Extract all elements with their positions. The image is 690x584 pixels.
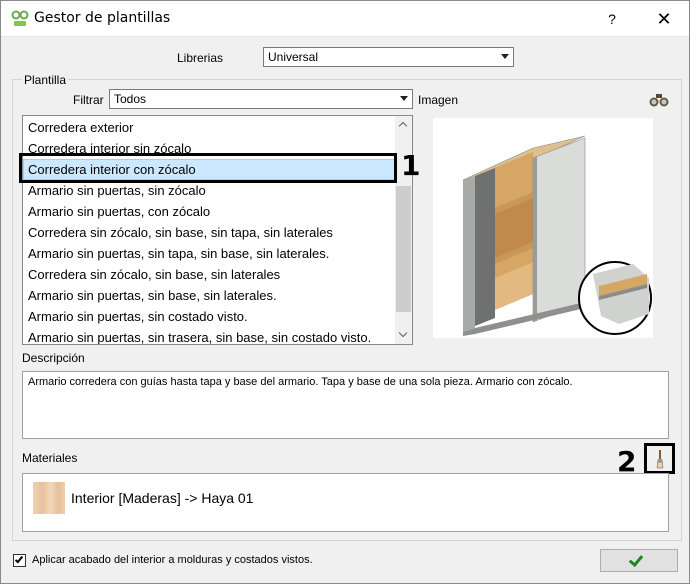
- paintbrush-icon: [656, 450, 664, 469]
- libraries-selected: Universal: [268, 50, 319, 64]
- template-list[interactable]: Corredera exterior Corredera interior si…: [22, 115, 413, 345]
- callout-number-1: 1: [401, 149, 421, 182]
- image-label: Imagen: [418, 93, 459, 107]
- edit-material-button[interactable]: [644, 443, 675, 474]
- template-preview-image: [433, 118, 653, 338]
- list-item[interactable]: Corredera sin zócalo, sin base, sin tapa…: [23, 222, 395, 243]
- chevron-up-icon: [398, 121, 408, 131]
- close-button[interactable]: ✕: [647, 5, 681, 33]
- libraries-label: Librerias: [177, 51, 224, 65]
- material-swatch: [33, 482, 65, 514]
- list-item[interactable]: Armario sin puertas, sin tapa, sin base,…: [23, 243, 395, 264]
- title-bar: Gestor de plantillas ? ✕: [1, 1, 689, 37]
- chevron-down-icon: [501, 54, 509, 59]
- materials-list[interactable]: Interior [Maderas] -> Haya 01: [22, 473, 669, 532]
- list-item[interactable]: Armario sin puertas, sin zócalo: [23, 180, 395, 201]
- template-manager-window: Gestor de plantillas ? ✕ Librerias Unive…: [0, 0, 690, 584]
- list-item[interactable]: Armario sin puertas, sin trasera, sin ba…: [23, 327, 395, 344]
- list-item[interactable]: Armario sin puertas, con zócalo: [23, 201, 395, 222]
- chevron-down-icon: [400, 96, 408, 101]
- list-item[interactable]: Corredera exterior: [23, 117, 395, 138]
- list-item[interactable]: Corredera sin zócalo, sin base, sin late…: [23, 264, 395, 285]
- list-item[interactable]: Armario sin puertas, sin costado visto.: [23, 306, 395, 327]
- filter-label: Filtrar: [73, 93, 104, 107]
- scroll-thumb[interactable]: [396, 186, 411, 312]
- libraries-dropdown[interactable]: Universal: [263, 47, 514, 67]
- filter-selected: Todos: [114, 92, 147, 106]
- template-group-title: Plantilla: [22, 73, 69, 87]
- scroll-down-button[interactable]: [395, 327, 412, 344]
- ok-button[interactable]: [600, 549, 678, 572]
- apply-finish-checkbox[interactable]: [13, 554, 26, 567]
- callout-highlight-selected-item: [19, 153, 397, 183]
- help-button[interactable]: ?: [597, 5, 627, 33]
- description-textarea[interactable]: Armario corredera con guías hasta tapa y…: [22, 371, 669, 439]
- wardrobe-preview-icon: [462, 135, 652, 336]
- filter-dropdown[interactable]: Todos: [109, 89, 413, 109]
- list-item[interactable]: Armario sin puertas, sin base, sin later…: [23, 285, 395, 306]
- chevron-down-icon: [398, 328, 408, 338]
- scroll-up-button[interactable]: [395, 116, 412, 133]
- app-logo-icon: [11, 10, 29, 26]
- description-label: Descripción: [22, 351, 85, 365]
- window-title: Gestor de plantillas: [34, 10, 171, 26]
- materials-label: Materiales: [22, 451, 78, 465]
- apply-finish-label: Aplicar acabado del interior a molduras …: [32, 554, 313, 566]
- material-item-label[interactable]: Interior [Maderas] -> Haya 01: [71, 490, 253, 506]
- green-check-icon: [628, 551, 644, 568]
- checkmark-icon: [14, 554, 24, 564]
- binoculars-icon[interactable]: [649, 93, 669, 107]
